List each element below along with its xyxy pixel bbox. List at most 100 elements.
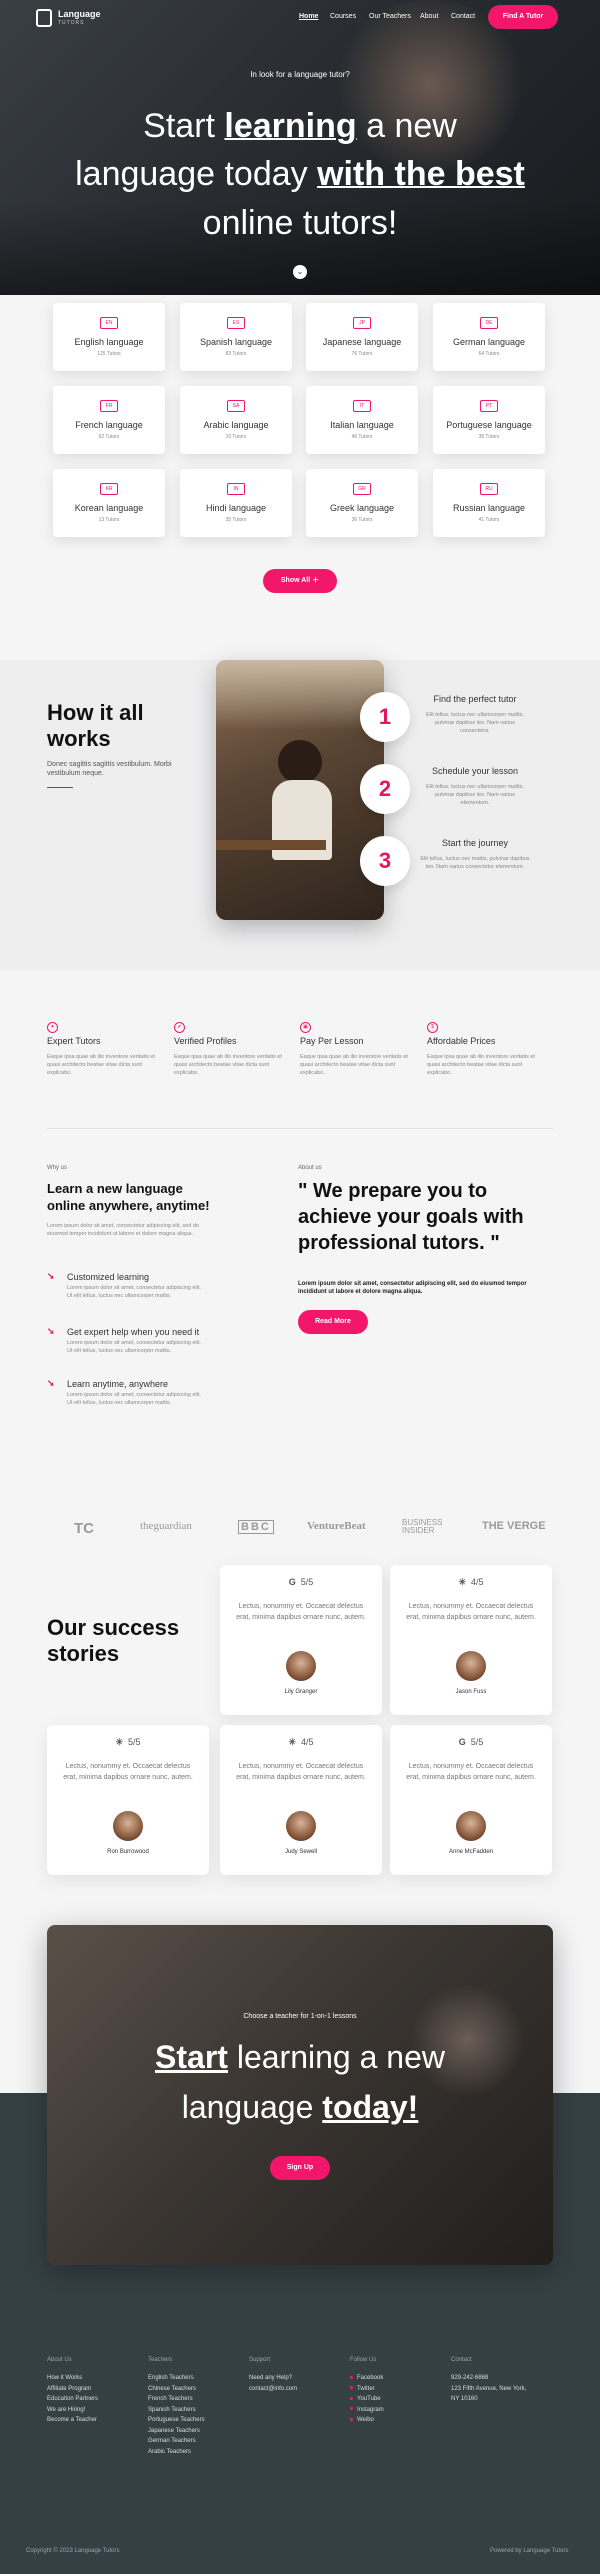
footer-link[interactable]: French Teachers — [148, 2394, 193, 2405]
review-source-icon: G — [458, 1737, 466, 1747]
sign-up-button[interactable]: Sign Up — [270, 2156, 330, 2180]
nav-contact[interactable]: Contact — [451, 13, 475, 20]
footer-link[interactable]: English Teachers — [148, 2373, 194, 2384]
language-name: Spanish language — [199, 337, 273, 347]
nav-about[interactable]: About — [420, 13, 438, 20]
footer-link[interactable]: contact@info.com — [249, 2384, 297, 2395]
language-card[interactable]: FR French language 92 Tutors — [53, 386, 165, 454]
review-card: ✳ 4/5 Lectus, nonummy et. Occaecat delectu… — [220, 1725, 382, 1875]
verified-profiles-icon: ✔ — [174, 1022, 185, 1033]
footer-link[interactable]: Need any Help? — [249, 2373, 292, 2384]
footer-link[interactable]: Instagram — [350, 2405, 384, 2416]
language-card[interactable]: SA Arabic language 10 Tutors — [180, 386, 292, 454]
footer-link[interactable]: Portuguese Teachers — [148, 2415, 205, 2426]
success-title: Our success stories — [47, 1615, 180, 1666]
footer-link[interactable]: We are Hiring! — [47, 2405, 85, 2416]
footer-link[interactable]: 123 Fifth Avenue, New York, — [451, 2384, 526, 2395]
review-quote: Lectus, nonummy et. Occaecat delectus er… — [63, 1763, 193, 1781]
brand-techcrunch: TC — [74, 1520, 94, 1537]
bullet-description: Lorem ipsum dolor sit amet, consectetur … — [67, 1392, 201, 1406]
bullet-description: Lorem ipsum dolor sit amet, consectetur … — [67, 1340, 201, 1354]
find-a-tutor-button[interactable]: Find A Tutor — [488, 5, 558, 29]
language-name: Korean language — [74, 503, 144, 513]
avatar — [456, 1651, 486, 1681]
language-card[interactable]: ES Spanish language 83 Tutors — [180, 303, 292, 371]
flag-icon: RU — [480, 483, 498, 495]
site-logo[interactable]: Language TUTORS — [36, 7, 106, 31]
feature-description: Eaque ipsa quae ab illo inventore verita… — [174, 1054, 282, 1076]
review-source-icon: ✳ — [288, 1737, 297, 1747]
footer-link[interactable]: YouTube — [350, 2394, 381, 2405]
flag-icon: DE — [480, 317, 498, 329]
avatar — [113, 1811, 143, 1841]
hero-kicker: In look for a language tutor? — [250, 70, 350, 79]
signup-kicker: Choose a teacher for 1-on-1 lessons — [243, 2013, 357, 2020]
review-card: G 5/5 Lectus, nonummy et. Occaecat delectu… — [390, 1725, 552, 1875]
step-3-description: Elit tellus, luctus nec mattis, pulvinar… — [420, 856, 530, 870]
language-card[interactable]: IN Hindi language 35 Tutors — [180, 469, 292, 537]
language-card[interactable]: IT Italian language 46 Tutors — [306, 386, 418, 454]
language-card[interactable]: DE German language 64 Tutors — [433, 303, 545, 371]
flag-icon: JP — [353, 317, 371, 329]
language-card[interactable]: RU Russian language 41 Tutors — [433, 469, 545, 537]
footer-link[interactable]: Affiliate Program — [47, 2384, 91, 2395]
footer-link[interactable]: Arabic Teachers — [148, 2447, 191, 2458]
language-card[interactable]: PT Portuguese language 35 Tutors — [433, 386, 545, 454]
avatar — [286, 1651, 316, 1681]
language-name: Russian language — [452, 503, 526, 513]
flag-icon: PT — [480, 400, 498, 412]
language-name: German language — [452, 337, 526, 347]
footer-column-title: Teachers — [148, 2357, 173, 2363]
footer-column-title: Support — [249, 2357, 271, 2363]
scroll-down-icon[interactable]: ⌄ — [293, 265, 307, 279]
reviewer-name: Lily Granger — [284, 1689, 318, 1695]
flag-icon: SA — [227, 400, 245, 412]
about-us-label: About us — [298, 1165, 322, 1171]
show-all-button[interactable]: Show All ＋ — [263, 569, 337, 593]
review-header: ✳ 4/5 — [390, 1577, 552, 1588]
review-rating: 5/5 — [470, 1737, 484, 1747]
nav-home[interactable]: Home — [299, 13, 318, 20]
step-2-description: Elit tellus, luctus nec ullamcorper matt… — [426, 784, 524, 806]
read-more-button[interactable]: Read More — [298, 1310, 368, 1334]
language-card[interactable]: GR Greek language 36 Tutors — [306, 469, 418, 537]
footer-link[interactable]: NY 10160 — [451, 2394, 478, 2405]
review-rating: 5/5 — [128, 1737, 141, 1747]
footer-link[interactable]: German Teachers — [148, 2436, 196, 2447]
footer-link[interactable]: Japanese Teachers — [148, 2426, 200, 2437]
how-description: Donec sagittis sagittis vestibulum. Morb… — [47, 761, 172, 777]
footer-link[interactable]: Spanish Teachers — [148, 2405, 196, 2416]
tutor-count: 92 Tutors — [98, 434, 120, 440]
footer-column-title: About Us — [47, 2357, 72, 2363]
review-source-icon: ✳ — [115, 1737, 124, 1747]
footer-link[interactable]: Weibo — [350, 2415, 374, 2426]
footer-link[interactable]: Education Partners — [47, 2394, 98, 2405]
language-card[interactable]: JP Japanese language 76 Tutors — [306, 303, 418, 371]
language-card[interactable]: KR Korean language 13 Tutors — [53, 469, 165, 537]
footer-link[interactable]: Become a Teacher — [47, 2415, 97, 2426]
review-rating: 4/5 — [471, 1577, 484, 1587]
footer-link[interactable]: 929-242-6868 — [451, 2373, 488, 2384]
brand-venturebeat: VentureBeat — [307, 1520, 366, 1532]
how-divider — [47, 787, 73, 788]
bullet-title: Learn anytime, anywhere — [67, 1379, 169, 1389]
footer-link[interactable]: Twitter — [350, 2384, 375, 2395]
why-us-title: Learn a new language online anywhere, an… — [47, 1181, 210, 1213]
feature-title: Verified Profiles — [174, 1036, 237, 1046]
footer-link[interactable]: Facebook — [350, 2373, 383, 2384]
flag-icon: KR — [100, 483, 118, 495]
footer-link[interactable]: Chinese Teachers — [148, 2384, 196, 2395]
review-header: G 5/5 — [390, 1737, 552, 1747]
nav-courses[interactable]: Courses — [330, 13, 356, 20]
feature-title: Affordable Prices — [427, 1036, 496, 1046]
flag-icon: ES — [227, 317, 245, 329]
nav-our-teachers[interactable]: Our Teachers — [369, 13, 411, 20]
copyright: Copyright © 2023 Language Tutors — [26, 2548, 120, 2554]
language-card[interactable]: EN English language 125 Tutors — [53, 303, 165, 371]
tutor-count: 64 Tutors — [478, 351, 500, 357]
review-header: G 5/5 — [220, 1577, 382, 1587]
brand-bbc: BBC — [238, 1520, 274, 1534]
tutor-count: 13 Tutors — [98, 517, 120, 523]
footer-link[interactable]: How it Works — [47, 2373, 82, 2384]
flag-icon: EN — [100, 317, 118, 329]
